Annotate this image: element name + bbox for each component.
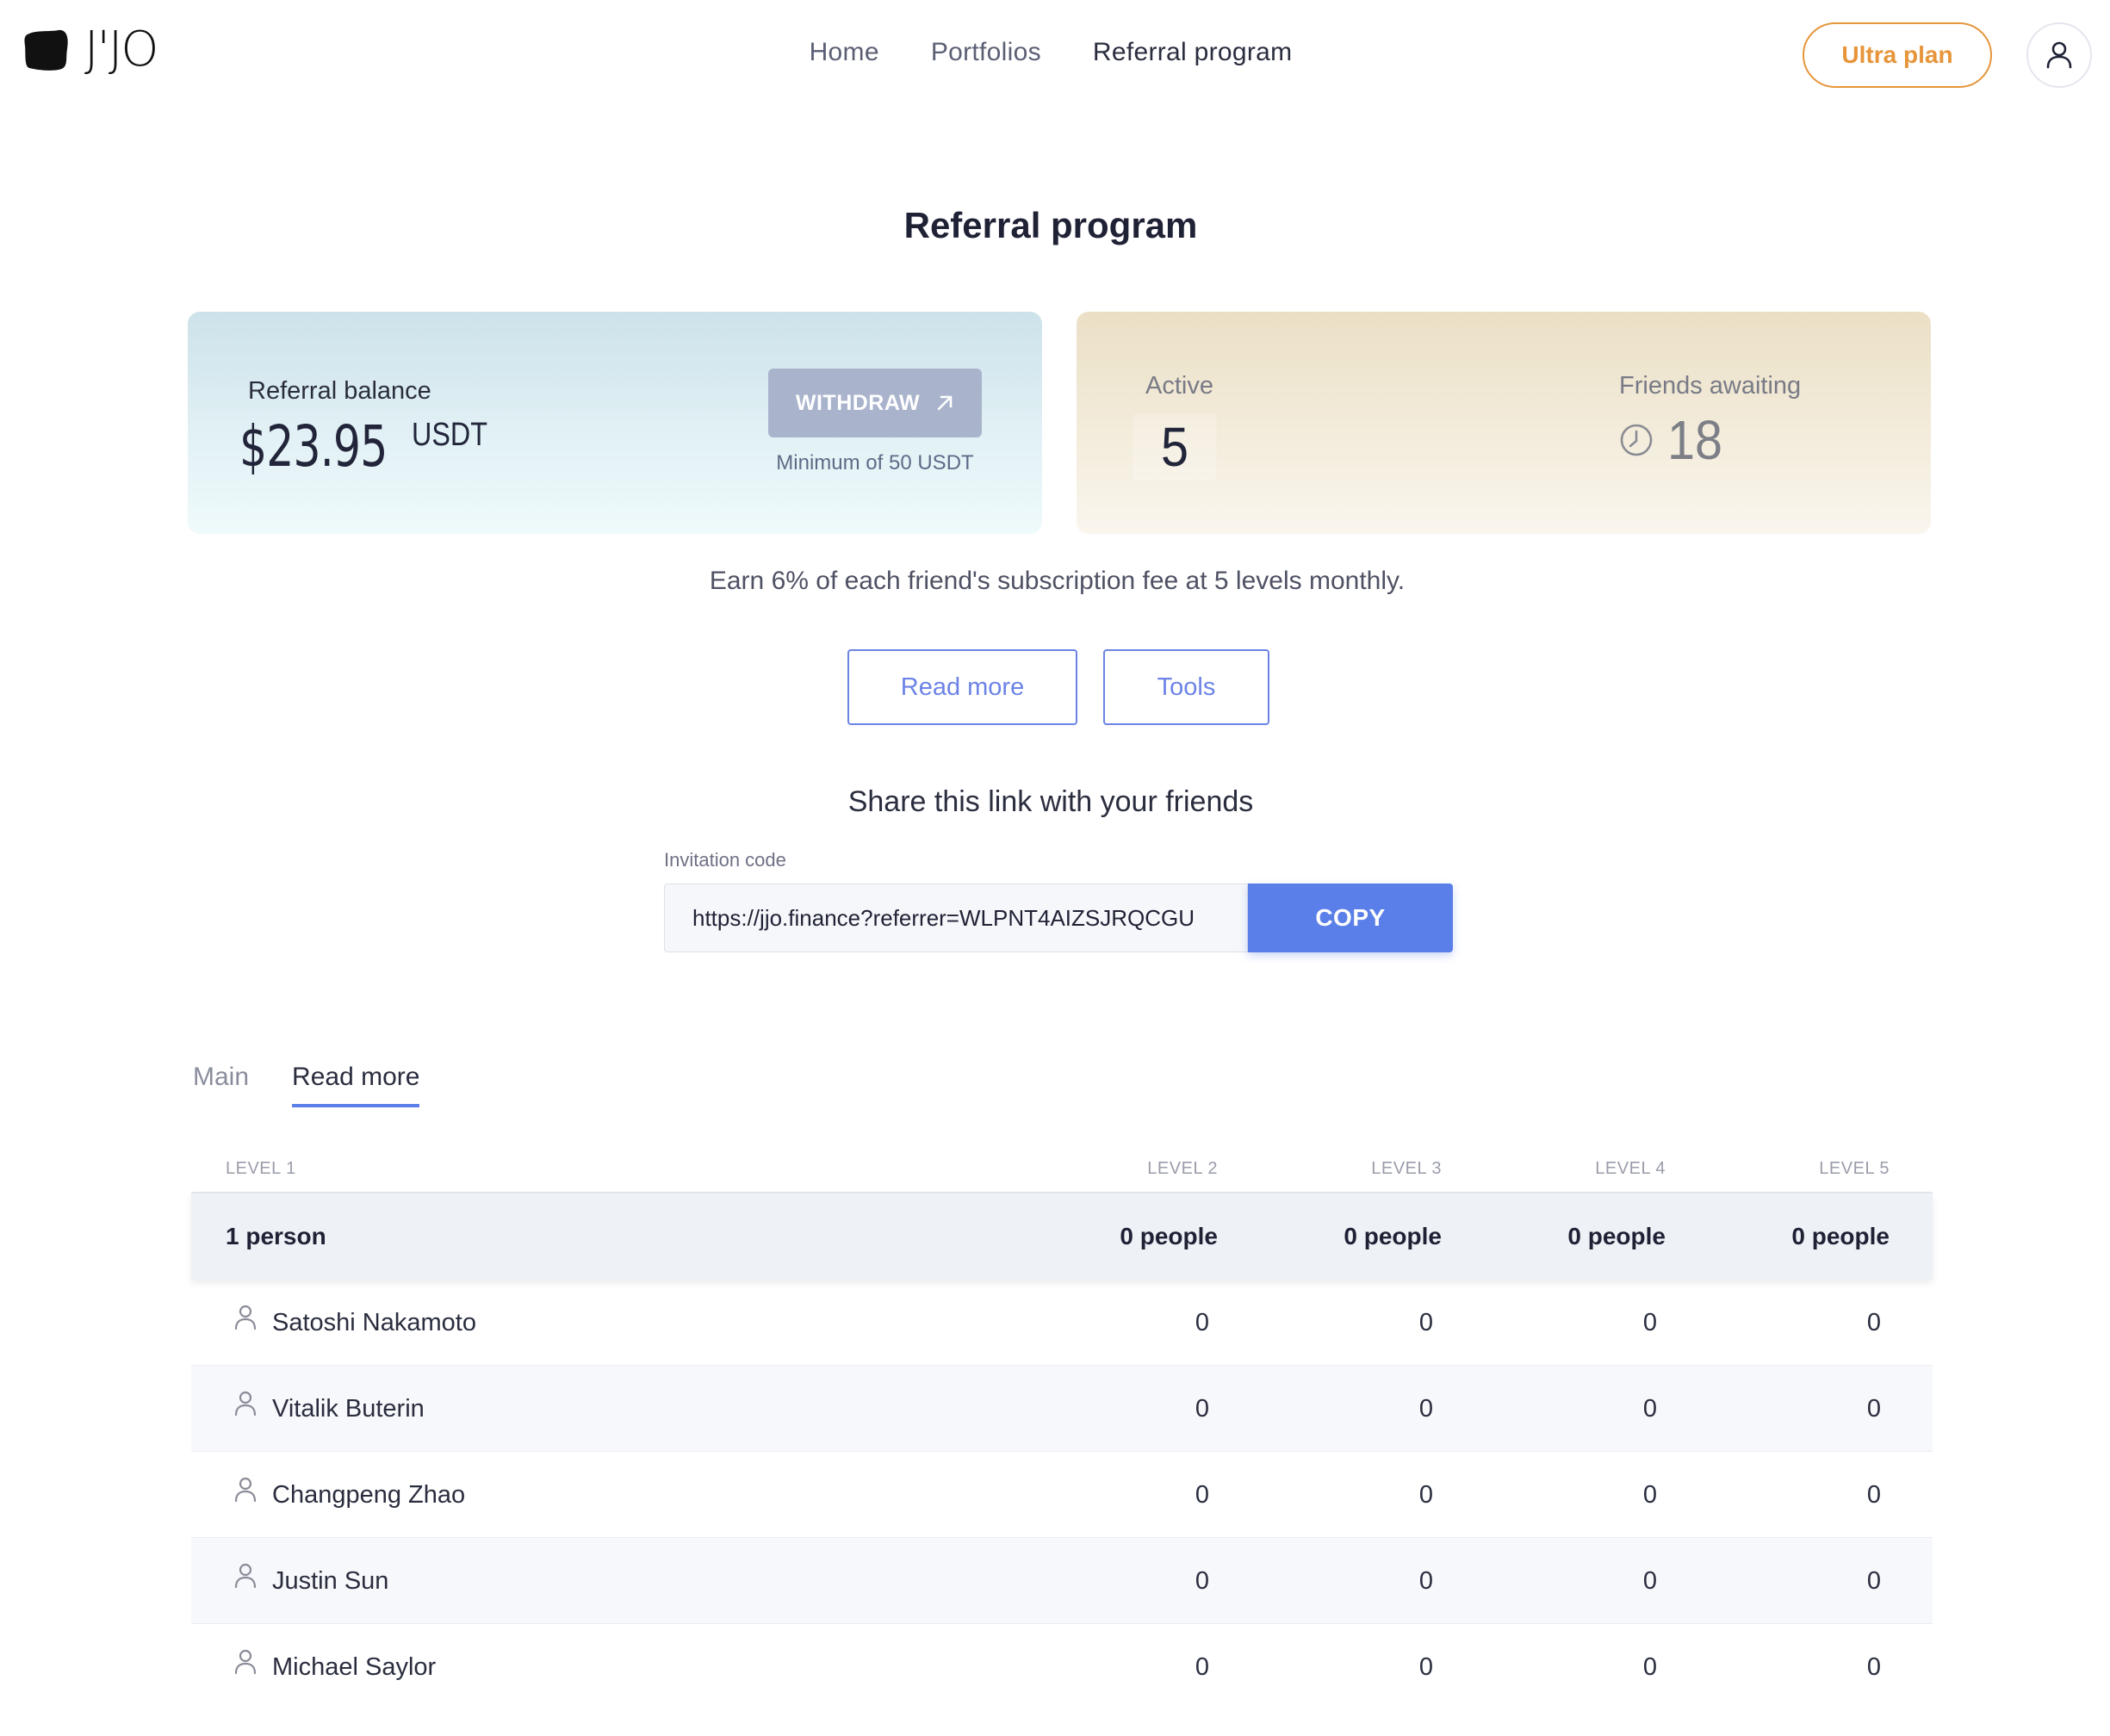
row-level-3: 0: [1418, 1653, 1433, 1681]
withdraw-label: WITHDRAW: [795, 390, 921, 415]
row-level-4: 0: [1642, 1481, 1657, 1509]
user-menu-button[interactable]: [2026, 22, 2092, 88]
active-label: Active: [1145, 372, 1213, 400]
person-icon: [234, 1477, 257, 1502]
row-level-4: 0: [1642, 1567, 1657, 1595]
row-level-2: 0: [1195, 1309, 1209, 1336]
table-row: Justin Sun 0 0 0 0: [191, 1538, 1933, 1624]
row-name: Satoshi Nakamoto: [272, 1309, 476, 1336]
awaiting-value-row: 18: [1619, 408, 1728, 472]
header-level-1: LEVEL 1: [226, 1159, 296, 1178]
referral-balance-card: Referral balance $23.95 USDT WITHDRAW Mi…: [188, 312, 1042, 534]
person-icon: [234, 1563, 257, 1588]
nav-home[interactable]: Home: [810, 38, 879, 67]
row-level-4: 0: [1642, 1653, 1657, 1681]
summary-level-2: 0 people: [1120, 1223, 1218, 1249]
row-level-3: 0: [1418, 1567, 1433, 1595]
awaiting-count: 18: [1667, 409, 1723, 471]
row-name-cell: Vitalik Buterin: [234, 1391, 425, 1423]
row-name-cell: Michael Saylor: [234, 1649, 437, 1682]
table-row: Changpeng Zhao 0 0 0 0: [191, 1452, 1933, 1538]
friends-stats-card: Active 5 Friends awaiting 18: [1077, 312, 1931, 534]
row-level-3: 0: [1418, 1481, 1433, 1509]
row-name: Michael Saylor: [272, 1653, 437, 1681]
summary-level-4: 0 people: [1567, 1223, 1666, 1249]
header-level-3: LEVEL 3: [1371, 1159, 1442, 1178]
top-header: J'JO Home Portfolios Referral program Ul…: [0, 0, 2110, 110]
summary-level-5: 0 people: [1791, 1223, 1890, 1249]
row-level-2: 0: [1195, 1395, 1209, 1423]
row-name: Justin Sun: [272, 1567, 389, 1595]
row-level-5: 0: [1866, 1653, 1881, 1681]
active-count: 5: [1133, 413, 1217, 480]
summary-level-1: 1 person: [226, 1223, 326, 1249]
tab-read-more[interactable]: Read more: [292, 1063, 420, 1107]
row-level-3: 0: [1418, 1395, 1433, 1423]
table-row: Satoshi Nakamoto 0 0 0 0: [191, 1280, 1933, 1366]
row-name: Vitalik Buterin: [272, 1395, 425, 1423]
row-level-5: 0: [1866, 1309, 1881, 1336]
tools-button[interactable]: Tools: [1103, 649, 1269, 725]
user-icon: [2046, 41, 2072, 69]
earn-description: Earn 6% of each friend's subscription fe…: [709, 567, 1406, 595]
row-name-cell: Changpeng Zhao: [234, 1477, 466, 1510]
arrow-up-right-icon: [937, 395, 953, 411]
row-level-2: 0: [1195, 1567, 1209, 1595]
nav-referral-program[interactable]: Referral program: [1093, 38, 1293, 67]
ultra-plan-button[interactable]: Ultra plan: [1803, 22, 1992, 88]
table-row: Vitalik Buterin 0 0 0 0: [191, 1366, 1933, 1452]
person-icon: [234, 1391, 257, 1416]
withdraw-minimum-note: Minimum of 50 USDT: [776, 451, 974, 474]
row-level-4: 0: [1642, 1309, 1657, 1336]
share-title: Share this link with your friends: [847, 785, 1254, 818]
header-level-4: LEVEL 4: [1595, 1159, 1666, 1178]
clock-icon: [1620, 424, 1653, 456]
row-name-cell: Justin Sun: [234, 1563, 389, 1596]
row-level-5: 0: [1866, 1567, 1881, 1595]
table-header: LEVEL 1 LEVEL 2 LEVEL 3 LEVEL 4 LEVEL 5: [191, 1149, 1933, 1194]
person-icon: [234, 1305, 257, 1330]
awaiting-label: Friends awaiting: [1619, 372, 1802, 400]
read-more-button[interactable]: Read more: [847, 649, 1077, 725]
referral-levels-table: LEVEL 1 LEVEL 2 LEVEL 3 LEVEL 4 LEVEL 5 …: [191, 1149, 1933, 1710]
page-title: Referral program: [903, 205, 1198, 245]
balance-label: Referral balance: [248, 377, 431, 405]
table-row: Michael Saylor 0 0 0 0: [191, 1624, 1933, 1710]
header-level-5: LEVEL 5: [1819, 1159, 1890, 1178]
balance-amount: $23.95: [239, 413, 388, 480]
tabs: Main Read more: [193, 1063, 420, 1107]
tab-main[interactable]: Main: [193, 1063, 249, 1107]
table-summary-row: 1 person 0 people 0 people 0 people 0 pe…: [191, 1194, 1933, 1280]
withdraw-button[interactable]: WITHDRAW: [768, 369, 982, 437]
row-name: Changpeng Zhao: [272, 1481, 466, 1509]
summary-level-3: 0 people: [1344, 1223, 1442, 1249]
row-level-2: 0: [1195, 1481, 1209, 1509]
row-level-5: 0: [1866, 1481, 1881, 1509]
nav-portfolios[interactable]: Portfolios: [931, 38, 1041, 67]
main-nav: Home Portfolios Referral program: [0, 38, 2110, 67]
row-level-2: 0: [1195, 1653, 1209, 1681]
row-name-cell: Satoshi Nakamoto: [234, 1305, 476, 1337]
header-level-2: LEVEL 2: [1147, 1159, 1218, 1178]
row-level-4: 0: [1642, 1395, 1657, 1423]
balance-currency: USDT: [412, 417, 487, 453]
invitation-code-label: Invitation code: [664, 849, 786, 871]
invitation-code-field[interactable]: [664, 884, 1248, 952]
row-level-5: 0: [1866, 1395, 1881, 1423]
row-level-3: 0: [1418, 1309, 1433, 1336]
person-icon: [234, 1649, 257, 1674]
copy-button[interactable]: COPY: [1248, 884, 1453, 952]
